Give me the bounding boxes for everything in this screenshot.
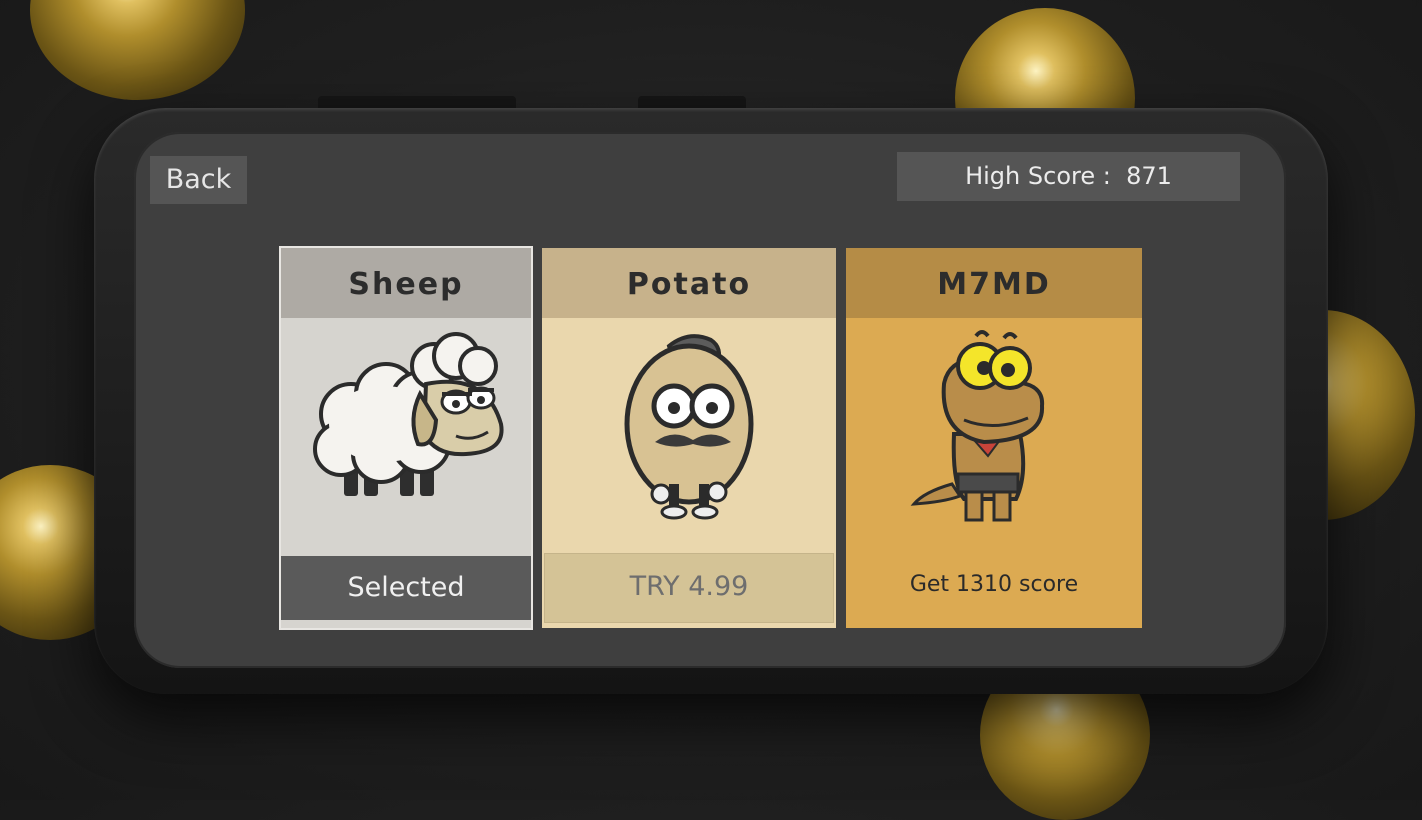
sheep-icon (313, 332, 504, 496)
high-score-display: High Score : 871 (897, 152, 1240, 201)
potato-icon (624, 334, 754, 520)
character-name: Sheep (281, 248, 531, 318)
character-select-screen: Back High Score : 871 Sheep Selected Pot… (134, 132, 1286, 668)
character-portrait (846, 318, 1142, 553)
dinosaur-icon (910, 330, 1045, 522)
high-score-value: 871 (1126, 162, 1172, 190)
unlock-requirement: Get 1310 score (909, 572, 1079, 597)
high-score-label: High Score : (965, 162, 1111, 190)
character-status-selected[interactable]: Selected (281, 556, 531, 620)
buy-try-button[interactable]: TRY 4.99 (545, 554, 833, 622)
character-card-potato[interactable]: Potato TRY 4.99 (542, 248, 836, 628)
back-button[interactable]: Back (150, 156, 247, 204)
character-card-m7md[interactable]: M7MD Get 1310 score (846, 248, 1142, 628)
character-portrait (281, 318, 531, 553)
character-card-sheep[interactable]: Sheep Selected (281, 248, 531, 628)
gold-orb (30, 0, 245, 100)
character-name: M7MD (846, 248, 1142, 318)
phone-side-button (318, 96, 516, 108)
character-portrait (542, 318, 836, 553)
phone-side-button (638, 96, 746, 108)
character-name: Potato (542, 248, 836, 318)
